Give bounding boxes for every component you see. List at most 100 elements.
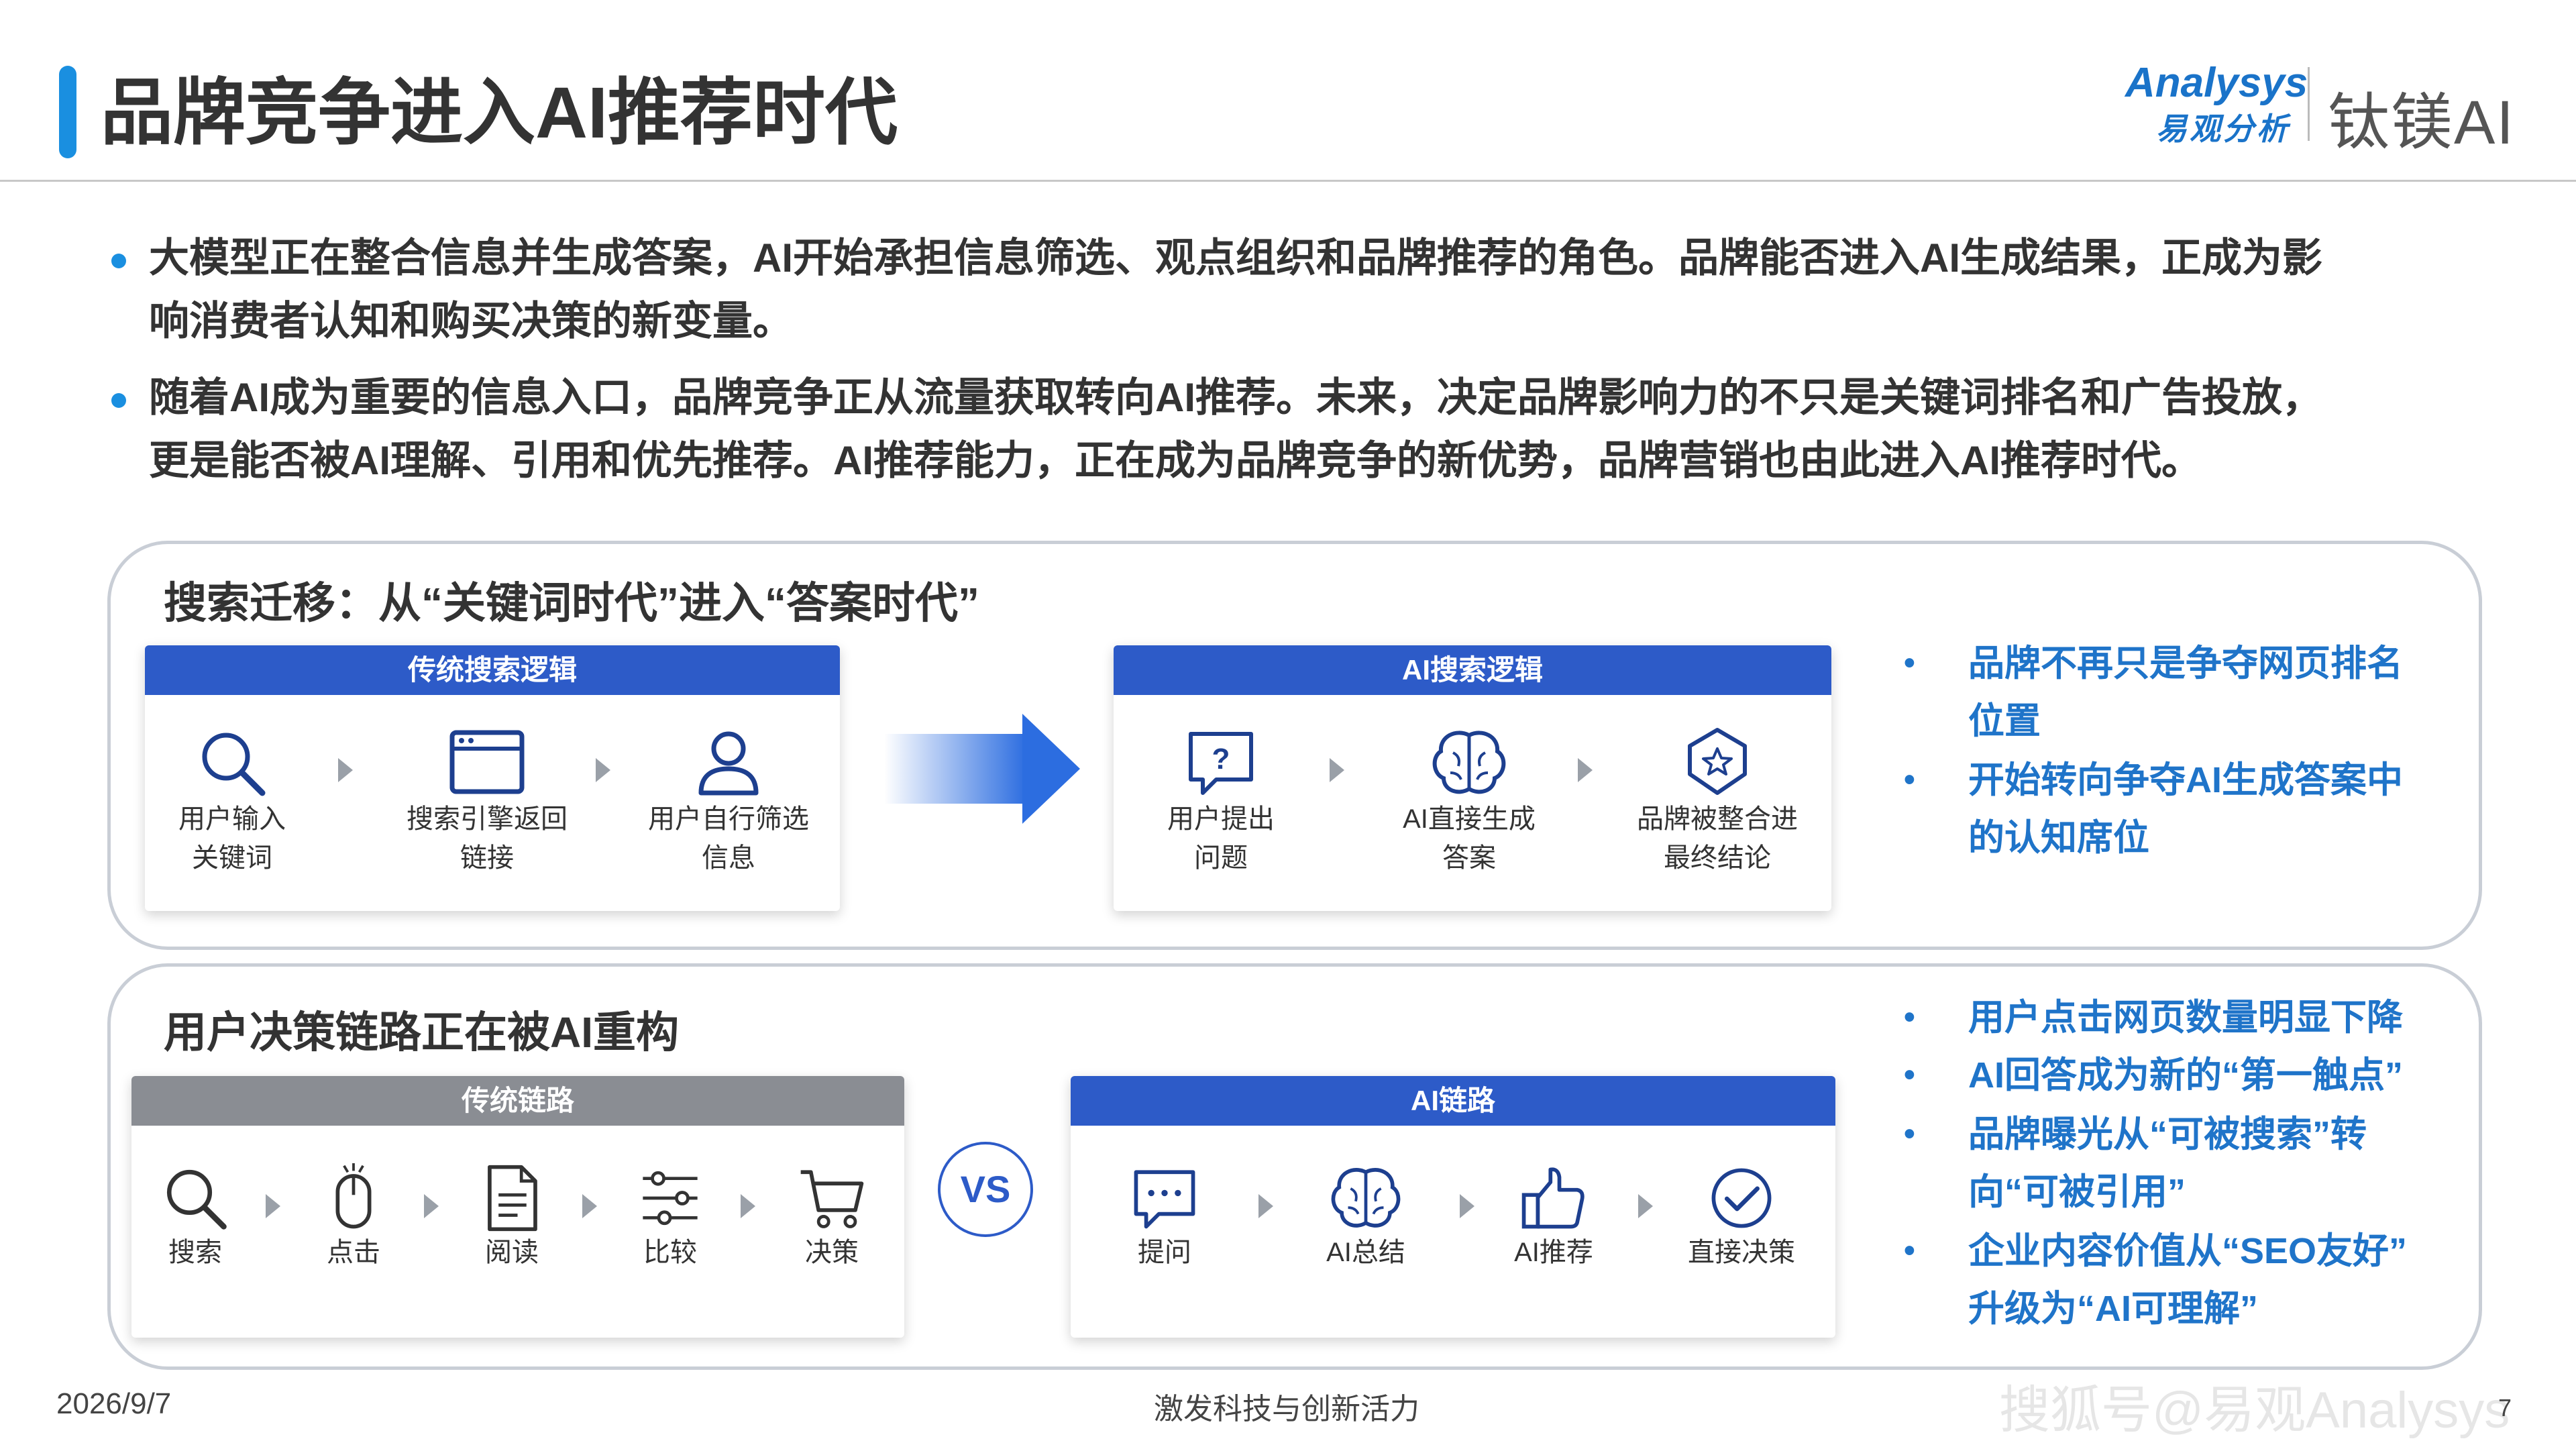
side-point-line: 品牌不再只是争夺网页排名 [1968, 643, 2403, 684]
step-ai-summary: AI总结 [1292, 1163, 1440, 1272]
bullet-dot [111, 393, 126, 408]
page-title: 品牌竞争进入AI推荐时代 [101, 72, 898, 153]
thumbs-up-icon [1521, 1167, 1585, 1229]
step-ask: 提问 [1097, 1163, 1232, 1272]
browser-window-icon [449, 730, 525, 794]
side-point-line: 开始转向争夺AI生成答案中 [1968, 760, 2403, 800]
watermark: 搜狐号@易观Analysys [1999, 1382, 2510, 1439]
bullet-paragraph-2: 随着AI成为重要的信息入口，品牌竞争正从流量获取转向AI推荐。未来，决定品牌影响… [149, 366, 2537, 492]
step-label: 品牌被整合进 最终结论 [1637, 804, 1798, 873]
step-search: 搜索 [145, 1163, 246, 1272]
step-label: 用户提出 问题 [1167, 804, 1275, 873]
question-bubble-icon: ? [1189, 732, 1253, 795]
bullet-1-line-2: 响消费者认知和购买决策的新变量。 [149, 299, 793, 343]
side-point-line: 升级为“AI可理解” [1968, 1289, 2258, 1329]
side-point-1: 用户点击网页数量明显下降 [1968, 989, 2403, 1046]
side-bullet: • [1904, 762, 1915, 798]
traditional-search-box: 传统搜索逻辑 用户输入 关键词 搜索引擎返回 链接 用户自行筛选 信息 [145, 645, 840, 911]
document-icon [488, 1165, 537, 1232]
chevron-right-icon [741, 1194, 755, 1218]
analysys-logo-cn: 易观分析 [2156, 111, 2290, 146]
bullet-1-line-1: 大模型正在整合信息并生成答案，AI开始承担信息筛选、观点组织和品牌推荐的角色。品… [149, 235, 2322, 280]
side-point-line: 的认知席位 [1968, 818, 2149, 858]
side-bullet: • [1904, 1233, 1915, 1269]
chevron-right-icon [1578, 758, 1593, 782]
page-number: 7 [2498, 1394, 2512, 1421]
step-label: 点击 [327, 1238, 380, 1267]
ai-chain-box: AI链路 提问 AI总结 AI推荐 直接决策 [1071, 1076, 1835, 1338]
chevron-right-icon [582, 1194, 597, 1218]
logo-divider [2308, 67, 2310, 141]
side-point-line: 企业内容价值从“SEO友好” [1968, 1231, 2408, 1271]
side-point-line: 品牌曝光从“可被搜索”转 [1968, 1114, 2367, 1155]
step-label: AI直接生成 答案 [1403, 804, 1536, 873]
ai-search-header: AI搜索逻辑 [1114, 645, 1831, 695]
chevron-right-icon [596, 758, 610, 782]
traditional-chain-box: 传统链路 搜索 点击 阅读 比较 决策 [131, 1076, 904, 1338]
step-brand-in-conclusion: 品牌被整合进 最终结论 [1603, 726, 1831, 877]
search-icon [166, 1169, 227, 1230]
step-read: 阅读 [462, 1163, 562, 1272]
bullet-2-line-2: 更是能否被AI理解、引用和优先推荐。AI推荐能力，正在成为品牌竞争的新优势，品牌… [149, 438, 2202, 483]
step-decide: 决策 [778, 1163, 885, 1272]
step-ai-recommend: AI推荐 [1480, 1163, 1627, 1272]
step-user-filter-info: 用户自行筛选 信息 [621, 726, 836, 877]
footer-date: 2026/9/7 [56, 1387, 172, 1420]
chevron-right-icon [266, 1194, 280, 1218]
side-point-2: 开始转向争夺AI生成答案中 的认知席位 [1968, 751, 2403, 867]
step-label: 用户自行筛选 信息 [648, 804, 809, 873]
step-label: 用户输入 关键词 [178, 804, 286, 873]
chevron-right-icon [424, 1194, 439, 1218]
step-direct-decision: 直接决策 [1661, 1163, 1822, 1272]
header-divider [0, 180, 2576, 182]
taimei-logo: 钛镁AI [2328, 89, 2515, 157]
svg-text:?: ? [1212, 743, 1230, 775]
step-label: 阅读 [485, 1238, 539, 1267]
brain-icon [1432, 731, 1506, 794]
panel-1-title: 搜索迁移：从“关键词时代”进入“答案时代” [164, 579, 979, 627]
star-badge-icon [1688, 728, 1747, 795]
sliders-icon [643, 1171, 698, 1226]
chevron-right-icon [1638, 1194, 1653, 1218]
bullet-paragraph-1: 大模型正在整合信息并生成答案，AI开始承担信息筛选、观点组织和品牌推荐的角色。品… [149, 227, 2537, 353]
step-click: 点击 [303, 1163, 404, 1272]
chevron-right-icon [1258, 1194, 1273, 1218]
step-label: 比较 [643, 1238, 697, 1267]
step-search-engine-links: 搜索引擎返回 链接 [373, 726, 601, 877]
step-label: AI推荐 [1514, 1238, 1593, 1267]
step-ai-generates-answer: AI直接生成 答案 [1362, 726, 1576, 877]
brain-icon [1331, 1168, 1401, 1228]
step-compare: 比较 [620, 1163, 720, 1272]
cart-icon [800, 1170, 864, 1228]
step-label: 搜索 [168, 1238, 222, 1267]
analysys-logo: Analysys [2125, 60, 2308, 106]
side-point-line: 位置 [1968, 701, 2041, 741]
ai-chain-header: AI链路 [1071, 1076, 1835, 1126]
traditional-search-header: 传统搜索逻辑 [145, 645, 840, 695]
footer-slogan: 激发科技与创新活力 [1154, 1393, 1419, 1426]
vs-badge: VS [938, 1142, 1033, 1237]
panel-2-title: 用户决策链路正在被AI重构 [164, 1008, 679, 1057]
side-bullet: • [1904, 1057, 1915, 1093]
transition-arrow-body [884, 734, 1026, 804]
ai-search-box: AI搜索逻辑 ? 用户提出 问题 AI直接生成 答案 品牌被整合进 最终结论 [1114, 645, 1831, 911]
chevron-right-icon [338, 758, 353, 782]
side-point-line: 用户点击网页数量明显下降 [1968, 998, 2403, 1038]
side-point-line: 向“可被引用” [1968, 1172, 2186, 1212]
side-bullet: • [1904, 1116, 1915, 1152]
side-bullet: • [1904, 1000, 1915, 1035]
mouse-icon [335, 1163, 372, 1229]
step-label: 直接决策 [1688, 1238, 1795, 1267]
step-label: 决策 [805, 1238, 859, 1267]
side-point-4: 企业内容价值从“SEO友好” 升级为“AI可理解” [1968, 1222, 2407, 1338]
side-point-1: 品牌不再只是争夺网页排名 位置 [1968, 635, 2403, 750]
bullet-dot [111, 254, 126, 268]
step-user-input-keywords: 用户输入 关键词 [145, 726, 319, 877]
title-accent-bar [59, 66, 76, 158]
step-user-asks-question: ? 用户提出 问题 [1114, 726, 1328, 877]
step-label: 提问 [1138, 1238, 1191, 1267]
check-circle-icon [1711, 1168, 1772, 1228]
side-bullet: • [1904, 645, 1915, 681]
step-label: 搜索引擎返回 链接 [407, 804, 568, 873]
arrow-right-icon [1022, 714, 1080, 824]
